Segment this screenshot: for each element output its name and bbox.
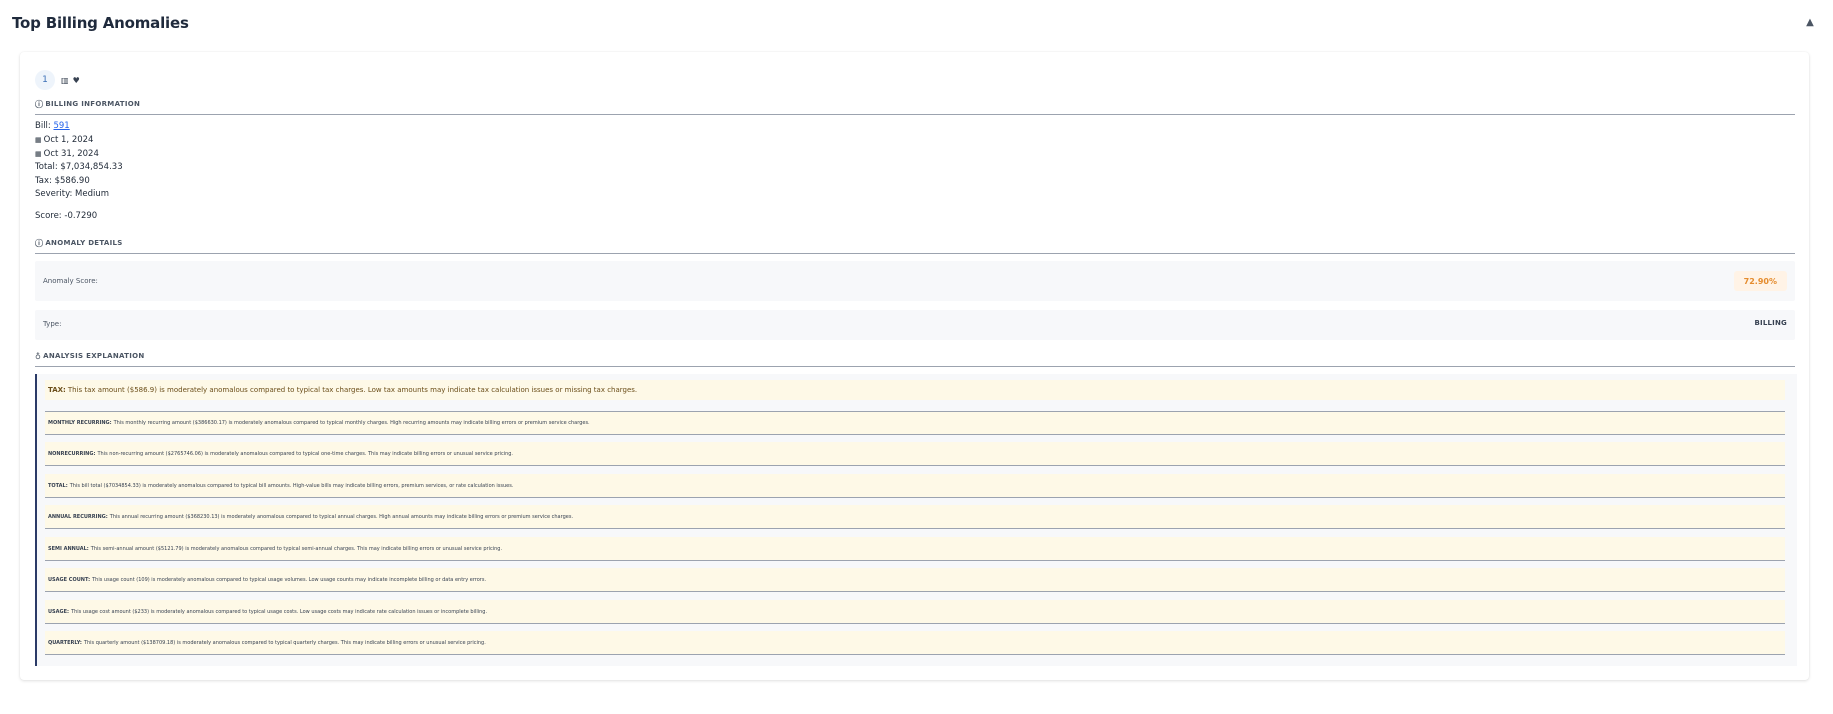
anomaly-type-value: BILLING [1754,319,1787,327]
bill-total: Total: $7,034,854.33 [35,162,123,172]
anomaly-score-label: Anomaly Score: [43,277,98,285]
score: Score: -0.7290 [35,211,98,221]
analysis-explanation-heading: ♁ ANALYSIS EXPLANATION [35,349,1795,367]
explanation-item: USAGE: This usage cost amount ($233) is … [45,600,1785,624]
explanation-item: SEMI ANNUAL: This semi-annual amount ($5… [45,537,1785,561]
period-start: ▦ Oct 1, 2024 [35,135,94,145]
explanation-item: ANNUAL RECURRING: This annual recurring … [45,505,1785,529]
analysis-explanation-box: TAX: This tax amount ($586.9) is moderat… [35,374,1797,666]
anomaly-type-row: Type: BILLING [35,310,1795,340]
bill-tax: Tax: $586.90 [35,176,90,186]
explanation-item: TOTAL: This bill total ($7034854.33) is … [45,474,1785,498]
bill-line: Bill: 591 [35,121,70,131]
chevron-up-icon[interactable]: ▲ [1802,14,1818,30]
bill-icon: ▥ [61,75,69,85]
explanation-item: MONTHLY RECURRING: This monthly recurrin… [45,411,1785,435]
lightbulb-icon: ♁ [35,351,42,361]
rank-row: 1 ▥ ♥ [35,69,80,91]
severity: Severity: Medium [35,189,110,199]
info-icon: ⓘ [35,238,44,248]
calendar-icon: ▦ [35,136,42,144]
bill-link[interactable]: 591 [53,121,69,131]
explanation-item: USAGE COUNT: This usage count (109) is m… [45,568,1785,592]
page-header: Top Billing Anomalies ▲ [0,0,1833,48]
anomaly-card: 1 ▥ ♥ ⓘ BILLING INFORMATION Bill: 591 ▦ O… [20,52,1809,680]
info-icon: ⓘ [35,99,44,109]
rank-badge: 1 [35,70,55,90]
calendar-icon: ▦ [35,150,42,158]
page-title: Top Billing Anomalies [12,14,189,32]
period-end: ▦ Oct 31, 2024 [35,149,99,159]
anomaly-score-badge: 72.90% [1733,271,1787,291]
explanation-item: QUARTERLY: This quarterly amount ($13870… [45,631,1785,655]
explanation-item: TAX: This tax amount ($586.9) is moderat… [45,380,1785,400]
anomaly-type-label: Type: [43,320,62,328]
billing-information-heading: ⓘ BILLING INFORMATION [35,97,1795,115]
anomaly-details-heading: ⓘ ANOMALY DETAILS [35,236,1795,254]
explanation-item: NONRECURRING: This non-recurring amount … [45,442,1785,466]
anomaly-score-row: Anomaly Score: 72.90% [35,261,1795,301]
alert-icon: ♥ [72,75,80,85]
